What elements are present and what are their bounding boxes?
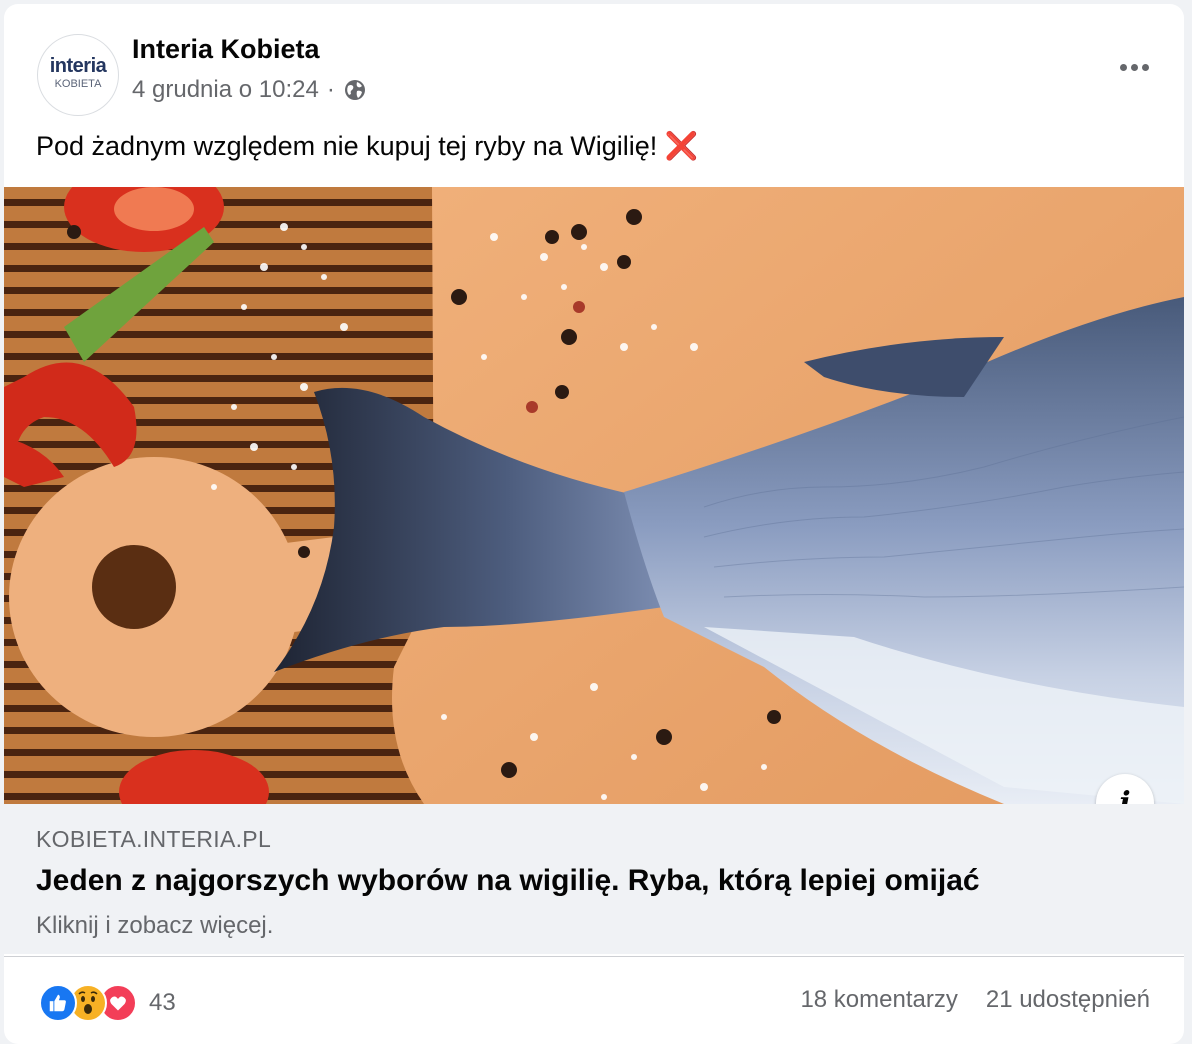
- post-message: Pod żadnym względem nie kupuj tej ryby n…: [36, 131, 658, 161]
- more-options-button[interactable]: [1112, 49, 1156, 85]
- post-timestamp[interactable]: 4 grudnia o 10:24: [132, 76, 319, 104]
- reactions-summary[interactable]: 43: [39, 984, 176, 1022]
- link-preview[interactable]: KOBIETA.INTERIA.PL Jeden z najgorszych w…: [4, 804, 1184, 954]
- more-dot-icon: [1141, 63, 1149, 71]
- more-dot-icon: [1119, 63, 1127, 71]
- comments-count-link[interactable]: 18 komentarzy: [800, 986, 957, 1014]
- meta-separator: ·: [326, 76, 335, 103]
- link-description: Kliknij i zobacz więcej.: [36, 912, 274, 939]
- reaction-count[interactable]: 43: [149, 989, 176, 1017]
- engagement-stats: 18 komentarzy 21 udostępnień: [800, 986, 1150, 1014]
- globe-icon[interactable]: [343, 78, 367, 102]
- page-avatar[interactable]: interia KOBIETA: [37, 34, 119, 116]
- link-domain: KOBIETA.INTERIA.PL: [36, 826, 272, 852]
- post-meta: 4 grudnia o 10:24 ·: [132, 76, 367, 104]
- post-card: interia KOBIETA Interia Kobieta 4 grudni…: [4, 4, 1184, 1044]
- more-dot-icon: [1130, 63, 1138, 71]
- avatar-logo-subtext: KOBIETA: [54, 78, 102, 90]
- link-title: Jeden z najgorszych wyborów na wigilię. …: [36, 864, 980, 897]
- post-text: Pod żadnym względem nie kupuj tej ryby n…: [36, 130, 698, 162]
- cross-mark-emoji: ❌: [664, 131, 699, 161]
- avatar-logo-text: interia: [49, 55, 107, 77]
- page-name-link[interactable]: Interia Kobieta: [132, 34, 320, 65]
- link-preview-image[interactable]: [4, 187, 1184, 804]
- footer-divider: [4, 956, 1184, 957]
- shares-count-link[interactable]: 21 udostępnień: [986, 986, 1150, 1014]
- like-reaction-icon: [39, 984, 77, 1022]
